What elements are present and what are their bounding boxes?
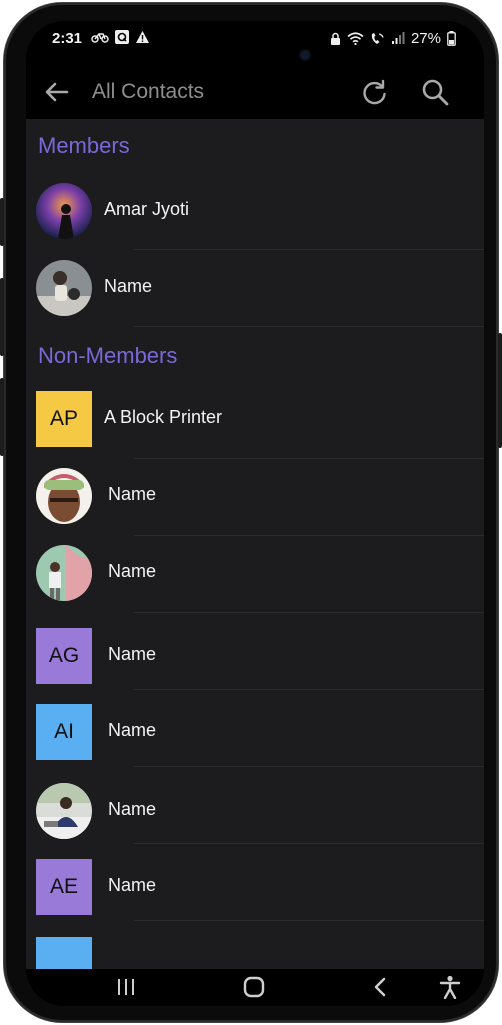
- avatar: [36, 545, 92, 601]
- screen: 2:31 27% All Contacts Members Amar Jyoti…: [26, 21, 484, 1006]
- q-app-icon: [115, 30, 129, 44]
- avatar: [36, 260, 92, 316]
- divider: [134, 689, 484, 690]
- contact-row[interactable]: AP A Block Printer: [26, 381, 484, 457]
- avatar: [36, 183, 92, 239]
- contact-row[interactable]: AE Name: [26, 849, 484, 925]
- contact-name: Amar Jyoti: [104, 199, 190, 219]
- avatar: [36, 468, 92, 524]
- app-bar: All Contacts: [26, 65, 484, 119]
- divider: [134, 920, 484, 921]
- warning-icon: [135, 30, 150, 44]
- contact-name: Name: [108, 644, 157, 664]
- divider: [134, 612, 484, 613]
- divider: [134, 766, 484, 767]
- contact-row[interactable]: AG Name: [26, 618, 484, 694]
- battery-icon: [447, 31, 456, 46]
- contact-name: Name: [108, 484, 157, 504]
- call-icon: [370, 32, 385, 46]
- navigation-bar: [26, 969, 484, 1006]
- power-button: [498, 333, 502, 448]
- bike-icon: [91, 31, 109, 43]
- contact-row[interactable]: AI Name: [26, 694, 484, 770]
- lock-icon: [330, 32, 341, 46]
- home-icon[interactable]: [234, 971, 274, 1003]
- status-time: 2:31: [52, 30, 83, 47]
- contact-row[interactable]: Amar Jyoti: [26, 173, 484, 249]
- signal-icon: [391, 32, 405, 45]
- contact-name: Name: [108, 799, 157, 819]
- initials-avatar: AI: [36, 704, 92, 760]
- section-title-non-members: Non-Members: [38, 343, 178, 368]
- volume-down-button: [0, 278, 4, 356]
- initials-avatar: AP: [36, 391, 92, 447]
- section-title-members: Members: [38, 133, 130, 158]
- volume-up-button: [0, 198, 4, 246]
- search-icon[interactable]: [420, 77, 450, 107]
- contact-row[interactable]: Name: [26, 250, 484, 326]
- contact-row[interactable]: Name: [26, 535, 484, 611]
- contact-list[interactable]: Members Amar Jyoti Name Non-Members AP A…: [26, 119, 484, 969]
- contact-name: Name: [104, 276, 153, 296]
- initials-avatar: AG: [36, 628, 92, 684]
- refresh-icon[interactable]: [360, 77, 390, 107]
- status-right: 27%: [330, 30, 456, 47]
- contact-name: A Block Printer: [104, 407, 223, 427]
- contact-row[interactable]: [26, 927, 484, 969]
- contact-row[interactable]: Name: [26, 773, 484, 849]
- contact-name: Name: [108, 875, 157, 895]
- divider: [134, 843, 484, 844]
- page-title: All Contacts: [92, 80, 205, 103]
- contact-name: Name: [108, 561, 157, 581]
- avatar: [36, 783, 92, 839]
- recent-apps-icon[interactable]: [106, 971, 146, 1003]
- divider: [134, 326, 484, 327]
- contact-name: Name: [108, 720, 157, 740]
- contact-row[interactable]: Name: [26, 458, 484, 534]
- status-bar: 2:31 27%: [26, 21, 484, 61]
- arrow-left-icon[interactable]: [42, 77, 72, 107]
- accessibility-icon[interactable]: [430, 971, 470, 1003]
- front-camera: [301, 51, 309, 59]
- initials-avatar: AE: [36, 859, 92, 915]
- back-icon[interactable]: [360, 971, 400, 1003]
- bixby-button: [0, 378, 4, 456]
- battery-percent: 27%: [410, 30, 441, 47]
- status-left-icons: [91, 30, 150, 44]
- wifi-icon: [347, 32, 364, 45]
- phone-frame: 2:31 27% All Contacts Members Amar Jyoti…: [0, 3, 502, 1022]
- initials-avatar: [36, 937, 92, 969]
